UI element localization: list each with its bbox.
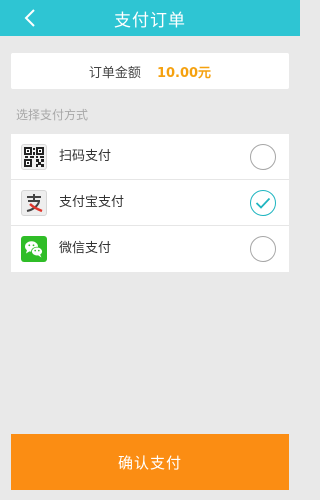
payment-method-list: 扫码支付 支付宝支付 微信支付 (11, 134, 289, 272)
qr-code-icon (21, 144, 47, 170)
payment-method-label: 支付宝支付 (59, 195, 125, 210)
back-button[interactable] (20, 7, 40, 29)
confirm-pay-button[interactable]: 确认支付 (11, 434, 289, 490)
alipay-icon (21, 190, 47, 216)
order-amount-value: 10.00元 (156, 65, 212, 81)
header-bar: 支付订单 (0, 0, 300, 36)
check-icon (255, 197, 271, 209)
radio-checked[interactable] (250, 190, 276, 216)
payment-method-wechat[interactable]: 微信支付 (11, 226, 289, 272)
page-title: 支付订单 (114, 10, 186, 31)
payment-method-label: 微信支付 (59, 241, 112, 256)
radio-unchecked[interactable] (250, 236, 276, 262)
payment-method-alipay[interactable]: 支付宝支付 (11, 180, 289, 226)
radio-unchecked[interactable] (250, 144, 276, 170)
order-amount-card: 订单金额 10.00元 (11, 53, 289, 89)
wechat-icon (21, 236, 47, 262)
chevron-left-icon (24, 9, 35, 27)
payment-method-qr[interactable]: 扫码支付 (11, 134, 289, 180)
payment-method-label: 扫码支付 (59, 149, 112, 164)
order-amount-label: 订单金额 (88, 65, 141, 81)
payment-section-label: 选择支付方式 (16, 108, 89, 122)
